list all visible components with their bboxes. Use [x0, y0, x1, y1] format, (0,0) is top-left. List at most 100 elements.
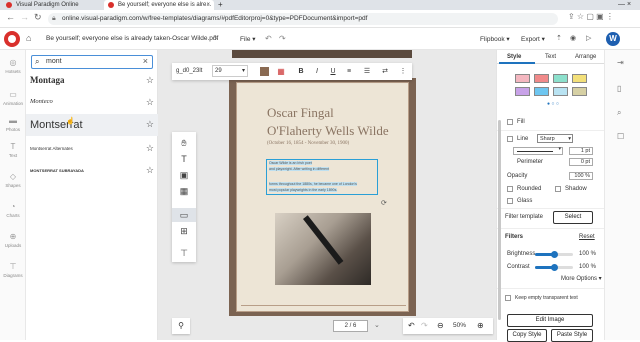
list-icon[interactable]: ☰ [362, 65, 372, 78]
page-title-line1[interactable]: Oscar Fingal [267, 105, 334, 121]
paint-tool-icon[interactable]: ⊤ [172, 246, 196, 260]
font-search-input[interactable]: ⌕ mont × [31, 55, 153, 69]
line-width-input[interactable]: 1 pt [569, 147, 593, 155]
browser-tab-active[interactable]: Be yourself; everyone else is alre... × [104, 0, 214, 10]
rail-uploads[interactable]: ⊕ Uploads [0, 232, 26, 248]
filter-select-button[interactable]: Select [553, 211, 593, 224]
next-page-icon[interactable]: ⌄ [374, 321, 380, 329]
swatch[interactable] [515, 87, 530, 96]
file-menu[interactable]: File ▾ [240, 35, 256, 43]
contrast-slider[interactable] [535, 264, 573, 271]
line-pattern-select[interactable]: ▾ [513, 146, 563, 155]
browser-actions-icon[interactable]: ⇪ ☆ ▢ ▣ ⋮ [568, 12, 614, 21]
rail-charts[interactable]: ◔ Charts [0, 202, 26, 218]
favorite-star-icon[interactable]: ☆ [146, 97, 154, 108]
paste-style-button[interactable]: Paste Style [551, 329, 593, 342]
font-family-select[interactable]: g_d0_23lt [176, 65, 210, 78]
table-tool-icon[interactable]: ▦ [172, 184, 196, 198]
swatch[interactable] [534, 74, 549, 83]
present-icon[interactable]: ▷ [586, 34, 591, 42]
text-tool-icon[interactable]: T [172, 152, 196, 166]
image-tool-icon[interactable]: ▣ [172, 168, 196, 182]
edit-title-icon[interactable]: ✎ [213, 34, 219, 42]
font-item-hovered[interactable]: Montserrat ☝ ☆ [26, 114, 158, 136]
fill-checkbox[interactable] [507, 119, 513, 125]
layers-icon[interactable]: ▯ [617, 84, 621, 93]
line-style-select[interactable]: Sharp ▾ [537, 134, 573, 143]
zoom-tool-icon[interactable]: ⚲ [172, 318, 190, 334]
underline-button[interactable]: U [328, 65, 338, 78]
zoom-out-icon[interactable]: ⊖ [437, 321, 444, 330]
browser-tab[interactable]: Visual Paradigm Online [2, 0, 102, 10]
rail-shapes[interactable]: ◇ Shapes [0, 172, 26, 188]
undo-icon[interactable]: ↶ [265, 34, 272, 43]
font-item[interactable]: MONTSERRAT SUBRAYADA ☆ [26, 160, 158, 182]
edit-image-button[interactable]: Edit Image [507, 314, 593, 327]
tab-arrange[interactable]: Arrange [575, 54, 596, 60]
more-options-icon[interactable]: ⋮ [398, 65, 408, 78]
shadow-checkbox[interactable] [555, 186, 561, 192]
text-color-swatch[interactable] [260, 67, 269, 76]
more-options-link[interactable]: More Options ▾ [561, 275, 602, 282]
window-controls-icon[interactable]: — × [618, 0, 631, 10]
align-icon[interactable]: ≡ [344, 65, 354, 78]
panel-scrollbar[interactable] [498, 120, 501, 320]
rail-hotsets[interactable]: ◎ Hotsets [0, 58, 26, 74]
preview-icon[interactable]: ◉ [570, 34, 576, 42]
keep-transparent-checkbox[interactable] [505, 295, 511, 301]
favorite-star-icon[interactable]: ☆ [146, 143, 154, 154]
crop-tool-icon[interactable]: ⊞ [172, 224, 196, 238]
text-effects-icon[interactable]: ⇄ [380, 65, 390, 78]
hand-tool-icon[interactable]: ✋︎ [172, 136, 196, 150]
selected-text-box[interactable]: Oscar Wilde is an Irish poet and playwri… [266, 159, 378, 195]
rail-animation[interactable]: ▭ Animation [0, 90, 26, 106]
select-tool-icon[interactable]: ▭ [172, 208, 196, 222]
favorite-star-icon[interactable]: ☆ [146, 119, 154, 130]
document-title[interactable]: Be yourself; everyone else is already ta… [46, 35, 218, 42]
redo-icon[interactable]: ↷ [279, 34, 286, 43]
tab-style[interactable]: Style [507, 54, 521, 60]
font-item[interactable]: Monteco ☆ [26, 92, 158, 114]
pager-dots[interactable]: ● ○ ○ [547, 101, 559, 107]
search-icon[interactable]: ⌕ [617, 108, 621, 118]
undo-zoom-icon[interactable]: ↶ [408, 321, 415, 330]
swatch[interactable] [572, 74, 587, 83]
collapse-panel-icon[interactable]: ⇥ [617, 58, 624, 67]
rotate-handle-icon[interactable]: ⟳ [381, 199, 387, 207]
redo-zoom-icon[interactable]: ↷ [421, 321, 428, 330]
user-avatar[interactable]: W [606, 32, 620, 46]
brightness-slider[interactable] [535, 251, 573, 258]
line-checkbox[interactable] [507, 136, 513, 142]
palette-icon[interactable]: ▦ [276, 65, 286, 78]
forward-icon[interactable]: → [20, 12, 29, 22]
opacity-input[interactable]: 100 % [569, 172, 593, 180]
close-tab-icon[interactable]: × [206, 0, 210, 10]
new-tab-button[interactable]: + [218, 0, 223, 10]
reset-filters-link[interactable]: Reset [579, 234, 595, 240]
zoom-in-icon[interactable]: ⊕ [477, 321, 484, 330]
upload-icon[interactable]: ⇡ [556, 34, 562, 42]
page-indicator[interactable]: 2 / 6 [333, 320, 368, 332]
rail-text[interactable]: T Text [0, 142, 26, 158]
export-menu[interactable]: Export ▾ [521, 35, 545, 43]
comment-icon[interactable]: ☐ [617, 132, 624, 141]
flipbook-menu[interactable]: Flipbook ▾ [480, 35, 510, 43]
copy-style-button[interactable]: Copy Style [507, 329, 547, 342]
font-item[interactable]: Montaga ☆ [26, 70, 158, 92]
rail-photos[interactable]: ▬ Photos [0, 116, 26, 132]
perimeter-input[interactable]: 0 pt [569, 158, 593, 166]
font-item[interactable]: Montserrat Alternates ☆ [26, 138, 158, 160]
font-size-select[interactable]: 29 ▾ [212, 65, 248, 77]
bold-button[interactable]: B [296, 65, 306, 78]
back-icon[interactable]: ← [6, 12, 15, 22]
rail-diagrams[interactable]: ⊤ Diagrams [0, 262, 26, 278]
fountain-pen-photo[interactable] [275, 213, 371, 285]
italic-button[interactable]: I [312, 65, 322, 78]
page-dates[interactable]: (October 16, 1854 - November 30, 1900) [267, 141, 349, 146]
rounded-checkbox[interactable] [507, 186, 513, 192]
address-bar[interactable]: 🔒︎ online.visual-paradigm.com/w/free-tem… [48, 13, 558, 25]
swatch[interactable] [553, 74, 568, 83]
swatch[interactable] [553, 87, 568, 96]
reload-icon[interactable]: ↻ [34, 12, 42, 23]
home-icon[interactable]: ⌂ [26, 33, 31, 43]
